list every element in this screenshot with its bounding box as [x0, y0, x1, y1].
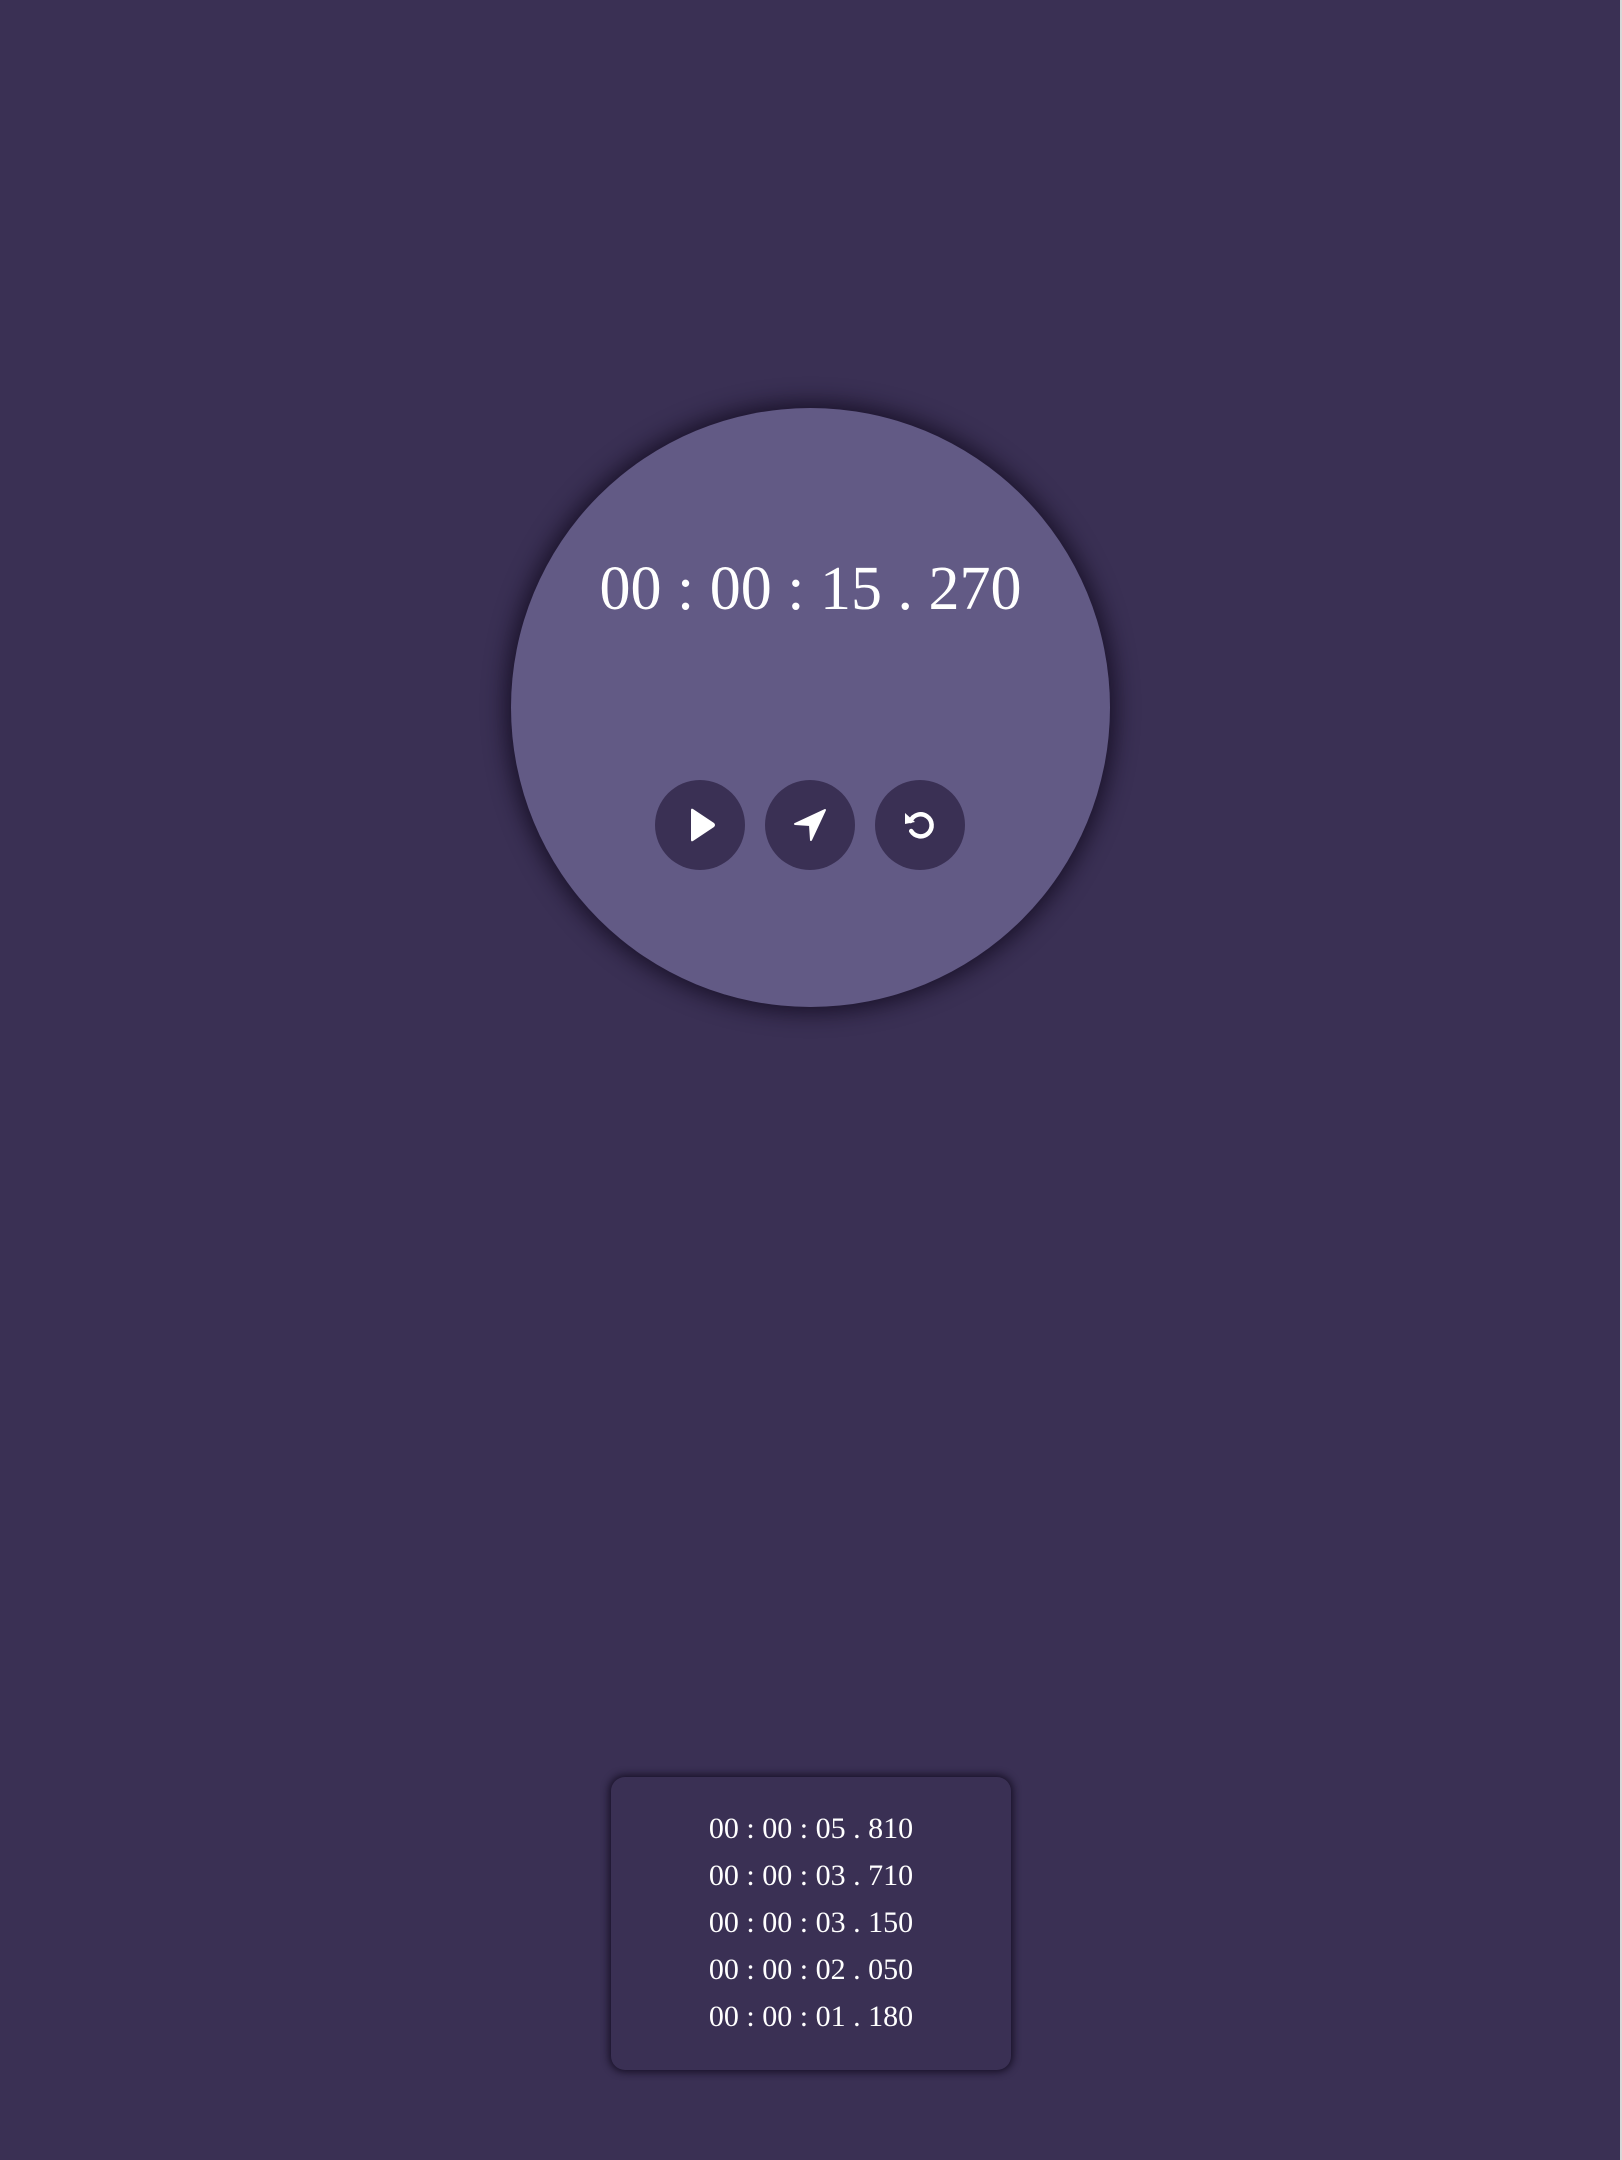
play-icon [691, 808, 715, 842]
location-arrow-icon [794, 809, 826, 841]
elapsed-time-display: 00 : 00 : 15 . 270 [599, 555, 1022, 623]
stopwatch-controls [655, 780, 965, 870]
start-button[interactable] [655, 780, 745, 870]
lap-list: 00 : 00 : 05 . 810 00 : 00 : 03 . 710 00… [611, 1777, 1011, 2070]
stopwatch-dial: 00 : 00 : 15 . 270 [511, 408, 1110, 1007]
lap-time: 00 : 00 : 02 . 050 [708, 1953, 914, 1986]
lap-time: 00 : 00 : 03 . 150 [708, 1906, 914, 1939]
lap-button[interactable] [765, 780, 855, 870]
lap-time: 00 : 00 : 05 . 810 [708, 1812, 914, 1845]
lap-time: 00 : 00 : 01 . 180 [708, 2000, 914, 2033]
lap-time: 00 : 00 : 03 . 710 [708, 1859, 914, 1892]
reset-button[interactable] [875, 780, 965, 870]
reset-icon [905, 812, 934, 839]
app-background: 00 : 00 : 15 . 270 00 : 00 : 05 . 810 00… [0, 0, 1620, 2160]
